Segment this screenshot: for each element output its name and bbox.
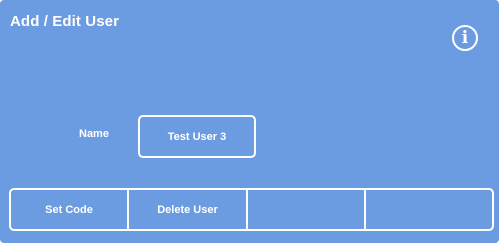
info-icon[interactable]: i — [452, 25, 478, 51]
empty-button-4[interactable] — [366, 190, 492, 229]
empty-button-3[interactable] — [248, 190, 366, 229]
bottom-toolbar: Set Code Delete User — [9, 188, 494, 231]
name-value: Test User 3 — [167, 130, 227, 143]
delete-user-button[interactable]: Delete User — [129, 190, 248, 229]
page-title: Add / Edit User — [10, 13, 120, 30]
set-code-label: Set Code — [45, 203, 93, 216]
name-label: Name — [79, 128, 109, 140]
set-code-button[interactable]: Set Code — [11, 190, 129, 229]
delete-user-label: Delete User — [157, 203, 218, 216]
name-field[interactable]: Test User 3 — [138, 115, 256, 158]
screen-panel: Add / Edit User i Name Test User 3 Set C… — [0, 0, 499, 243]
